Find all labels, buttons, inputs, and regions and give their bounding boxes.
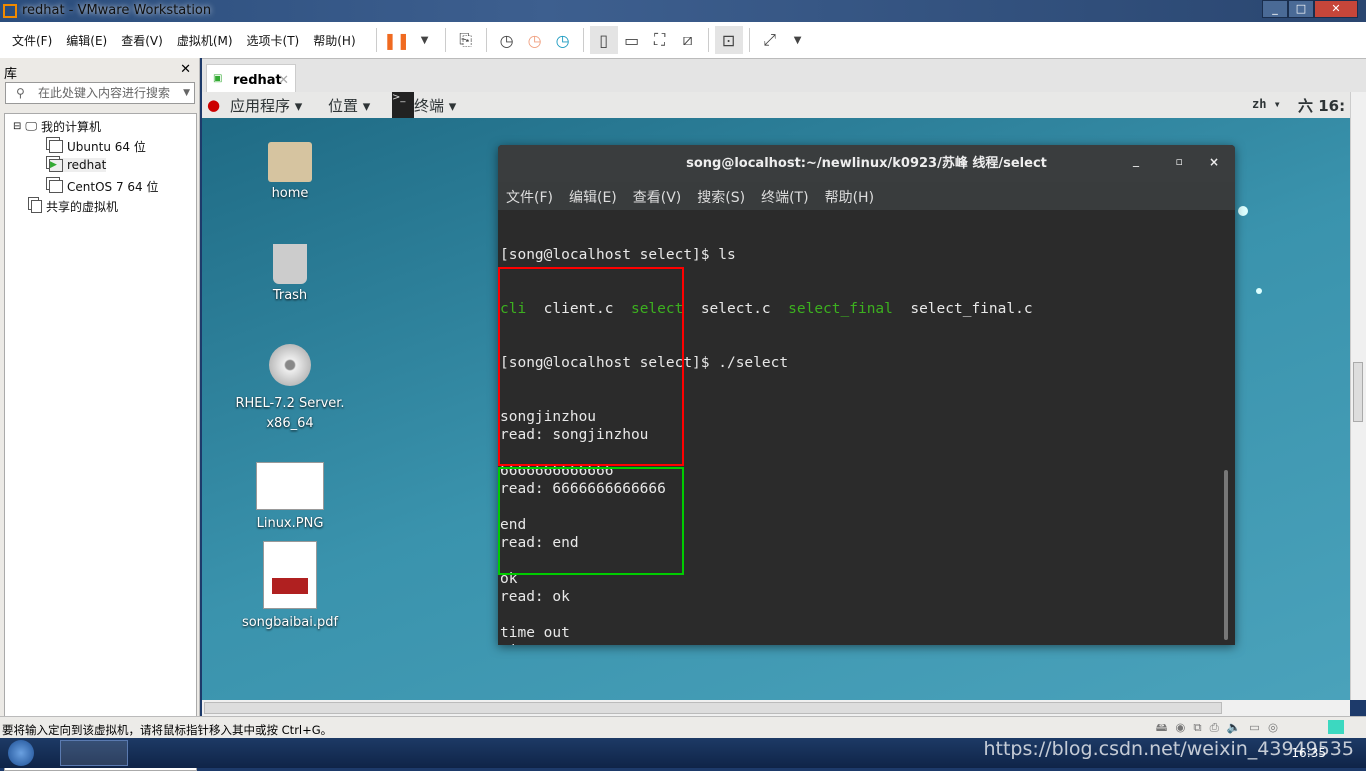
vm-running-icon: ▶ — [49, 158, 63, 172]
taskbar-vmware-button[interactable] — [60, 740, 128, 766]
terminal-line: [song@localhost select]$ ls — [500, 247, 736, 263]
show-library-icon[interactable]: ▯ — [589, 26, 618, 54]
console-view-icon[interactable]: ⊡ — [714, 26, 743, 54]
tree-item-ubuntu[interactable]: Ubuntu 64 位 — [49, 138, 146, 155]
terminal-menu-edit[interactable]: 编辑(E) — [569, 187, 617, 210]
library-tree: ⊟ 🖵 我的计算机 Ubuntu 64 位 ▶ redhat CentOS 7 64 … — [4, 113, 197, 771]
tree-item-shared-vms[interactable]: 共享的虚拟机 — [31, 198, 118, 215]
menu-view[interactable]: 查看(V) — [121, 32, 163, 49]
computer-icon: 🖵 — [25, 119, 37, 133]
unity-icon[interactable]: ⧄ — [674, 26, 702, 54]
vm-icon — [49, 140, 63, 153]
tree-item-my-computer[interactable]: ⊟ 🖵 我的计算机 — [13, 118, 101, 135]
desktop-icon-rhel-dvd[interactable]: RHEL-7.2 Server. x86_64 — [230, 344, 350, 434]
library-close-button[interactable]: ✕ — [180, 62, 191, 77]
library-title: 库 — [4, 67, 18, 82]
pdf-file-icon — [263, 541, 317, 609]
input-method-menu[interactable]: zh ▾ — [1252, 97, 1281, 111]
menu-tabs[interactable]: 选项卡(T) — [247, 32, 300, 49]
watermark: https://blog.csdn.net/weixin_43949535 — [983, 738, 1354, 760]
terminal-scrollbar[interactable] — [1224, 470, 1228, 640]
terminal-close-button[interactable]: × — [1209, 155, 1219, 169]
status-bar: 要将输入定向到该虚拟机，请将鼠标指针移入其中或按 Ctrl+G。 🖴◉⧉⎙🔈▭◎ — [0, 716, 1366, 738]
output-line: read: ok — [500, 589, 570, 605]
terminal-app-icon: >_ — [392, 92, 414, 118]
ls-entry: select_final — [788, 301, 911, 317]
stretch-icon[interactable]: ⤢ — [756, 26, 784, 54]
window-titlebar: redhat - VMware Workstation _ □ ✕ — [0, 0, 1366, 22]
start-button[interactable] — [8, 740, 34, 766]
folder-icon — [268, 142, 312, 182]
decor-dot — [1238, 206, 1248, 216]
tab-bar: ▣ redhat ✕ — [202, 58, 1366, 93]
ls-entry: select_final.c — [910, 301, 1033, 317]
decor-dot — [1256, 288, 1262, 294]
output-line: time out — [500, 625, 570, 641]
terminal-menu-bar: 文件(F) 编辑(E) 查看(V) 搜索(S) 终端(T) 帮助(H) — [498, 182, 1235, 210]
library-search-input[interactable]: ⚲ 在此处键入内容进行搜索 ▼ — [5, 82, 195, 104]
redhat-logo-icon: ● — [207, 96, 221, 114]
message-log-icon[interactable] — [1328, 720, 1344, 734]
chevron-down-icon[interactable]: ▼ — [183, 83, 190, 103]
desktop-icon-pdf[interactable]: songbaibai.pdf — [230, 541, 350, 630]
desktop-icon-home[interactable]: home — [230, 142, 350, 201]
trash-icon — [273, 244, 307, 284]
terminal-menu-view[interactable]: 查看(V) — [633, 187, 682, 210]
tree-item-centos[interactable]: CentOS 7 64 位 — [49, 178, 158, 195]
output-line: time out — [500, 642, 1220, 645]
thumbnail-bar-icon[interactable]: ▭ — [618, 26, 646, 54]
menu-edit[interactable]: 编辑(E) — [66, 32, 107, 49]
green-highlight-box — [498, 467, 684, 575]
tab-redhat[interactable]: ▣ redhat ✕ — [206, 64, 296, 93]
terminal-menu[interactable]: 终端 ▾ — [414, 95, 456, 116]
red-highlight-box — [498, 267, 684, 466]
status-text: 要将输入定向到该虚拟机，请将鼠标指针移入其中或按 Ctrl+G。 — [2, 723, 333, 737]
places-menu[interactable]: 位置 ▾ — [328, 95, 370, 116]
minimize-button[interactable]: _ — [1262, 0, 1288, 18]
applications-menu[interactable]: 应用程序 ▾ — [230, 95, 302, 116]
menu-vm[interactable]: 虚拟机(M) — [177, 32, 233, 49]
maximize-button[interactable]: □ — [1288, 0, 1314, 18]
tab-close-icon[interactable]: ✕ — [278, 73, 289, 88]
terminal-menu-search[interactable]: 搜索(S) — [697, 187, 745, 210]
library-panel: 库 ✕ ⚲ 在此处键入内容进行搜索 ▼ ⊟ 🖵 我的计算机 Ubuntu 64 位 … — [0, 58, 200, 771]
disc-icon — [269, 344, 311, 386]
send-ctrl-alt-del-icon[interactable]: ⎘ — [452, 26, 480, 54]
terminal-menu-terminal[interactable]: 终端(T) — [761, 187, 808, 210]
menu-bar: 文件(F) 编辑(E) 查看(V) 虚拟机(M) 选项卡(T) 帮助(H) ❚❚… — [0, 22, 1366, 58]
chevron-down-icon[interactable]: ▼ — [784, 26, 812, 54]
vm-icon — [49, 180, 63, 193]
vertical-scrollbar[interactable] — [1350, 92, 1366, 700]
terminal-maximize-button[interactable]: ▫ — [1176, 155, 1183, 168]
image-file-icon — [256, 462, 324, 510]
tree-item-redhat[interactable]: ▶ redhat — [49, 158, 107, 172]
desktop-icon-linux-png[interactable]: Linux.PNG — [230, 462, 350, 531]
shared-vm-icon — [31, 200, 42, 213]
menu-help[interactable]: 帮助(H) — [313, 32, 355, 49]
close-button[interactable]: ✕ — [1314, 0, 1358, 18]
device-icons[interactable]: 🖴◉⧉⎙🔈▭◎ — [1156, 720, 1286, 739]
terminal-window: song@localhost:~/newlinux/k0923/苏峰 线程/se… — [498, 145, 1235, 645]
vmware-icon — [3, 4, 17, 18]
menu-file[interactable]: 文件(F) — [12, 32, 52, 49]
snapshot-manager-icon[interactable]: ◷ — [549, 26, 577, 54]
pause-icon[interactable]: ❚❚ — [383, 26, 411, 54]
terminal-title: song@localhost:~/newlinux/k0923/苏峰 线程/se… — [498, 145, 1235, 182]
chevron-down-icon[interactable]: ▼ — [411, 26, 439, 54]
revert-snapshot-icon[interactable]: ◷ — [521, 26, 549, 54]
clock[interactable]: 六 16: — [1298, 95, 1345, 116]
gnome-top-bar: ● 应用程序 ▾ 位置 ▾ >_ 终端 ▾ zh ▾ 六 16: — [202, 92, 1350, 118]
horizontal-scrollbar[interactable] — [202, 700, 1350, 716]
snapshot-icon[interactable]: ◷ — [493, 26, 521, 54]
ls-entry: select.c — [700, 301, 789, 317]
full-screen-icon[interactable]: ⛶ — [646, 26, 674, 54]
terminal-minimize-button[interactable]: _ — [1133, 153, 1139, 167]
window-title: redhat - VMware Workstation — [22, 3, 212, 18]
vm-running-icon: ▣ — [213, 73, 223, 84]
terminal-menu-file[interactable]: 文件(F) — [506, 187, 553, 210]
desktop-icon-trash[interactable]: Trash — [230, 244, 350, 303]
terminal-menu-help[interactable]: 帮助(H) — [825, 187, 874, 210]
search-icon: ⚲ — [16, 86, 25, 100]
